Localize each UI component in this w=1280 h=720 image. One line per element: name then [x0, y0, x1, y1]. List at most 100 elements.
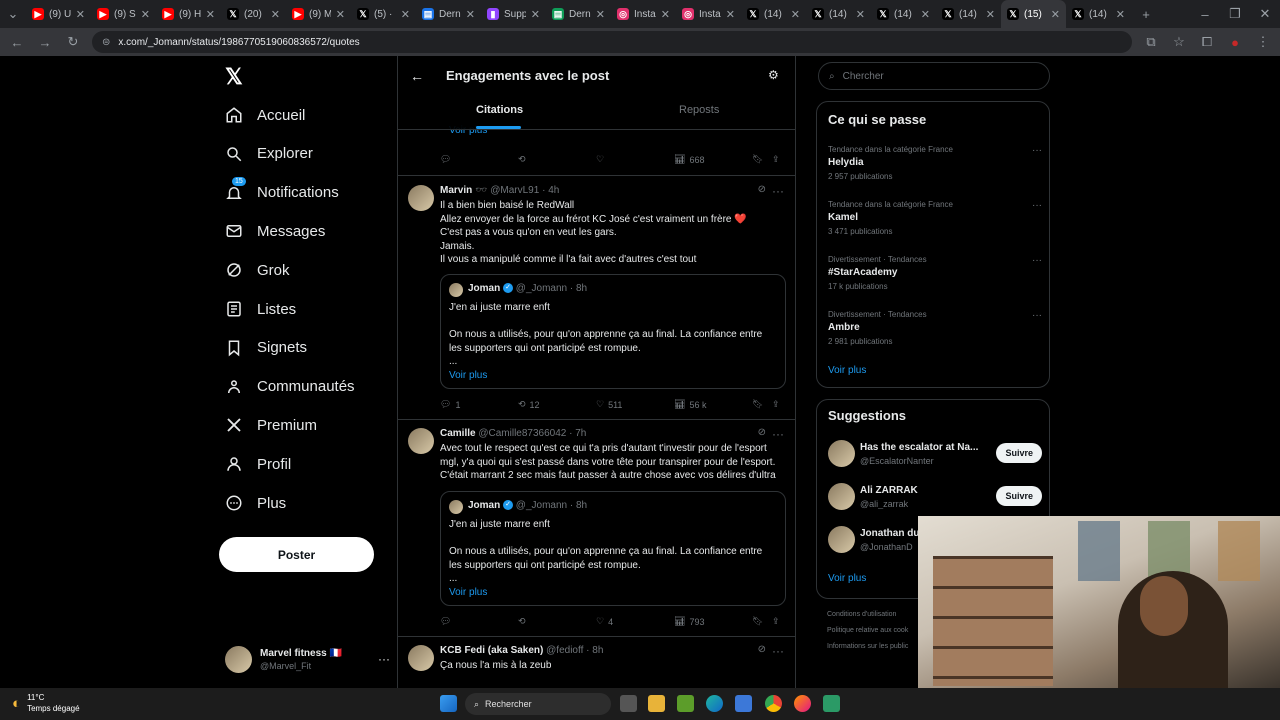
suggestion-item[interactable]: Has the escalator at Na... @EscalatorNant…	[828, 440, 1042, 470]
avatar[interactable]	[408, 185, 434, 211]
footer-link[interactable]: Politique relative aux cook	[827, 627, 908, 634]
repost-button[interactable]: ⟲	[518, 616, 530, 627]
nav-item-accueil[interactable]: Accueil	[225, 106, 305, 124]
more-icon[interactable]: ···	[1032, 145, 1042, 156]
browser-tab[interactable]: 𝕏 (14) ✕	[936, 0, 1001, 28]
browser-tab[interactable]: 𝕏 (14) ✕	[806, 0, 871, 28]
avatar[interactable]	[408, 645, 434, 671]
browser-tab[interactable]: 𝕏 (14) ✕	[871, 0, 936, 28]
nav-item-notifications[interactable]: 15 Notifications	[225, 176, 339, 202]
close-tab-icon[interactable]: ✕	[726, 8, 735, 21]
site-info-icon[interactable]: ⊜	[102, 37, 110, 48]
nvidia-icon[interactable]	[677, 695, 694, 712]
bookmark-button[interactable]: 🔖︎	[752, 616, 763, 627]
x-logo-icon[interactable]: 𝕏	[225, 64, 243, 90]
share-button[interactable]: ⇪	[772, 399, 780, 410]
search-input[interactable]: ⌕ Chercher	[818, 62, 1050, 90]
browser-tab[interactable]: ◎ Insta ✕	[611, 0, 676, 28]
browser-tab[interactable]: ▶ (9) H ✕	[156, 0, 221, 28]
bookmark-icon[interactable]: 🔖︎	[752, 154, 763, 165]
grok-icon[interactable]: ⊘	[758, 644, 766, 655]
chrome-icon[interactable]	[765, 695, 782, 712]
share-icon[interactable]: ⇪	[772, 154, 780, 165]
nav-item-explorer[interactable]: Explorer	[225, 145, 313, 163]
close-tab-icon[interactable]: ✕	[791, 8, 800, 21]
close-tab-icon[interactable]: ✕	[986, 8, 995, 21]
close-tab-icon[interactable]: ✕	[336, 8, 345, 21]
follow-button[interactable]: Suivre	[996, 486, 1042, 506]
nav-item-profil[interactable]: Profil	[225, 455, 291, 473]
browser-tab[interactable]: 𝕏 (14) ✕	[741, 0, 806, 28]
tab-search-icon[interactable]: ⌄	[0, 6, 26, 22]
bookmark-button[interactable]: 🔖︎	[752, 399, 763, 410]
weather-widget[interactable]: ◐ 11°C Temps dégagé	[12, 692, 80, 714]
author-name[interactable]: Camille	[440, 428, 476, 439]
close-tab-icon[interactable]: ✕	[206, 8, 215, 21]
browser-tab[interactable]: ▶ (9) S ✕	[91, 0, 156, 28]
more-icon[interactable]: ···	[1032, 200, 1042, 211]
post-button[interactable]: Poster	[219, 537, 374, 572]
author-name[interactable]: KCB Fedi (aka Saken)	[440, 645, 543, 656]
close-tab-icon[interactable]: ✕	[401, 8, 410, 21]
suggestion-item[interactable]: Ali ZARRAK @ali_zarrak Suivre	[828, 483, 1042, 513]
like-button[interactable]: ♡ 511	[596, 399, 622, 410]
more-icon[interactable]: ···	[772, 184, 784, 198]
reply-button[interactable]: 💬︎ 1	[440, 399, 460, 410]
edge-icon[interactable]	[706, 695, 723, 712]
tweet-time[interactable]: · 8h	[586, 645, 603, 656]
nav-item-listes[interactable]: Listes	[225, 300, 296, 318]
author-handle[interactable]: @MarvL91	[490, 185, 539, 196]
author-handle[interactable]: @Camille87366042	[478, 428, 566, 439]
nav-item-communautés[interactable]: Communautés	[225, 378, 355, 396]
views-stat[interactable]: 📊︎ 668	[674, 154, 704, 165]
quoted-tweet[interactable]: Joman ✓ @_Jomann · 8h J'en ai juste marr…	[440, 274, 786, 389]
close-tab-icon[interactable]: ✕	[1051, 8, 1060, 21]
task-view-icon[interactable]	[620, 695, 637, 712]
account-switcher[interactable]: Marvel fitness 🇫🇷 @Marvel_Fit ···	[225, 643, 390, 675]
install-icon[interactable]: ⧉	[1142, 34, 1160, 50]
quoted-tweet[interactable]: Joman ✓ @_Jomann · 8h J'en ai juste marr…	[440, 491, 786, 606]
close-tab-icon[interactable]: ✕	[856, 8, 865, 21]
extensions-icon[interactable]: ⧠	[1198, 34, 1216, 50]
browser-tab[interactable]: ▶ (9) U ✕	[26, 0, 91, 28]
browser-tab[interactable]: ▤ Derni ✕	[546, 0, 611, 28]
profile-icon[interactable]: ●	[1226, 35, 1244, 50]
nav-item-plus[interactable]: Plus	[225, 494, 286, 512]
star-icon[interactable]: ☆	[1170, 34, 1188, 50]
author-name[interactable]: Marvin 🕶️	[440, 185, 487, 196]
app-icon[interactable]	[823, 695, 840, 712]
close-tab-icon[interactable]: ✕	[466, 8, 475, 21]
more-icon[interactable]: ···	[378, 652, 390, 666]
repost-icon[interactable]: ⟲	[518, 154, 526, 165]
browser-tab[interactable]: ◎ Insta ✕	[676, 0, 741, 28]
minimize-icon[interactable]: –	[1196, 7, 1214, 22]
trend-item[interactable]: Tendance dans la catégorie France Helydia…	[828, 145, 1042, 181]
tweet-time[interactable]: · 4h	[542, 185, 559, 196]
windows-start-icon[interactable]	[440, 695, 457, 712]
browser-tab[interactable]: ▮ Supp ✕	[481, 0, 546, 28]
close-tab-icon[interactable]: ✕	[271, 8, 280, 21]
firefox-icon[interactable]	[794, 695, 811, 712]
quote-tweet[interactable]: KCB Fedi (aka Saken) @fedioff · 8h ⊘ ···…	[398, 637, 795, 688]
file-explorer-icon[interactable]	[648, 695, 665, 712]
close-tab-icon[interactable]: ✕	[1116, 8, 1125, 21]
trend-item[interactable]: Divertissement · Tendances Ambre 2 981 pub…	[828, 310, 1042, 346]
browser-tab[interactable]: ▤ Derni ✕	[416, 0, 481, 28]
nav-item-messages[interactable]: Messages	[225, 222, 325, 240]
like-icon[interactable]: ♡	[596, 154, 604, 165]
more-icon[interactable]: ···	[1032, 310, 1042, 321]
trend-item[interactable]: Divertissement · Tendances #StarAcademy 17…	[828, 255, 1042, 291]
voir-plus-link[interactable]: Voir plus	[449, 370, 487, 381]
close-tab-icon[interactable]: ✕	[141, 8, 150, 21]
restore-icon[interactable]: ❐	[1226, 6, 1244, 22]
new-tab-button[interactable]: +	[1137, 7, 1155, 22]
nav-item-signets[interactable]: Signets	[225, 339, 307, 357]
tweet-time[interactable]: · 7h	[569, 428, 586, 439]
like-button[interactable]: ♡ 4	[596, 616, 613, 627]
close-window-icon[interactable]: ✕	[1256, 6, 1274, 22]
suggestions-voir-plus[interactable]: Voir plus	[828, 573, 866, 584]
browser-tab[interactable]: 𝕏 (5) · ✕	[351, 0, 416, 28]
author-handle[interactable]: @fedioff	[546, 645, 583, 656]
quote-tweet[interactable]: Marvin 🕶️ @MarvL91 · 4h ⊘ ··· Il a bien …	[398, 177, 795, 420]
avatar[interactable]	[408, 428, 434, 454]
